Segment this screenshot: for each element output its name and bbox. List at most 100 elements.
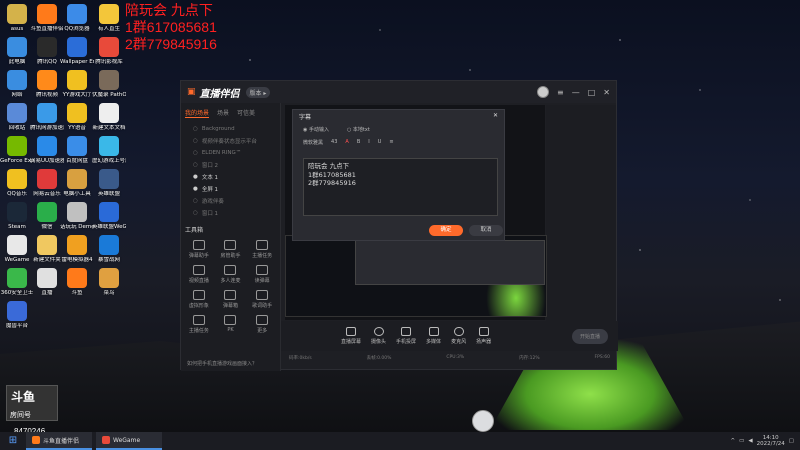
scene-item[interactable]: ○ 窗口 2 [181, 159, 280, 171]
font-size-select[interactable]: 43 [331, 139, 337, 146]
desktop-icon[interactable]: 此电脑 [0, 37, 34, 71]
taskbar-app-wegame[interactable]: WeGame [96, 432, 162, 450]
desktop-icon[interactable]: 英雄联盟WeGame版 [92, 202, 126, 236]
text-color-icon[interactable]: A [345, 139, 348, 146]
desktop-icon[interactable]: Steam [0, 202, 34, 236]
tool-button[interactable]: 主播任务 [248, 238, 276, 259]
subtitle-textarea[interactable]: 陪玩会 九点下 1群617085681 2群779845916 [303, 158, 498, 216]
tab-other[interactable]: 可信美 [237, 108, 255, 118]
network-icon[interactable]: ▭ [739, 438, 744, 444]
close-icon[interactable]: ✕ [603, 88, 610, 97]
microphone-button[interactable]: 麦克风 [451, 327, 466, 345]
align-icon[interactable]: ≡ [389, 139, 393, 146]
tool-button[interactable]: 房管助手 [217, 238, 245, 259]
scene-item[interactable]: ○ 窗口 1 [181, 207, 280, 219]
scene-item[interactable]: ○ 游戏伴奏 [181, 195, 280, 207]
screen-capture-button[interactable]: 直播屏幕 [341, 327, 361, 345]
bold-icon[interactable]: B [357, 139, 360, 146]
media-button[interactable]: 多媒体 [426, 327, 441, 345]
desktop-icon[interactable]: YY游戏大厅 [60, 70, 94, 104]
desktop-icon[interactable]: 网易UU加速器 [30, 136, 64, 170]
desktop-icon[interactable]: 暴雪战网 [92, 235, 126, 269]
desktop-icon[interactable]: 英雄联盟 [92, 169, 126, 203]
desktop-icon[interactable]: 有人直生 [92, 4, 126, 38]
maximize-icon[interactable]: □ [588, 88, 596, 97]
tool-button[interactable]: 主播任务 [185, 313, 213, 334]
visibility-icon[interactable]: ○ [193, 126, 198, 132]
desktop-icon[interactable]: 腾讯影视库 [92, 37, 126, 71]
desktop-icon[interactable]: GeForce Experience [0, 136, 34, 170]
desktop-icon[interactable]: 腾讯QQ [30, 37, 64, 71]
tool-button[interactable]: 歌词助手 [248, 288, 276, 309]
tool-button[interactable]: 多人连麦 [217, 263, 245, 284]
taskbar-app-douyu[interactable]: 斗鱼直播伴侣 [26, 432, 92, 450]
desktop-icon[interactable]: 话玩玩 Demo [60, 202, 94, 236]
tool-button[interactable]: 更多 [248, 313, 276, 334]
phone-stream-tip[interactable]: 如何把手机直播游戏画面接入？ [187, 360, 257, 367]
desktop-icon[interactable]: 百度网盘 [60, 136, 94, 170]
notification-icon[interactable]: ▢ [789, 438, 794, 444]
tab-scenes[interactable]: 场景 [217, 108, 229, 118]
desktop-icon[interactable]: 直播 [30, 268, 64, 302]
desktop-icon[interactable]: 电脑小工具 [60, 169, 94, 203]
underline-icon[interactable]: U [378, 139, 382, 146]
desktop-icon[interactable]: QQ音乐 [0, 169, 34, 203]
visibility-icon[interactable]: ● [193, 174, 198, 180]
scene-item[interactable]: ● 全屏 1 [181, 183, 280, 195]
visibility-icon[interactable]: ● [193, 186, 198, 192]
desktop-icon[interactable]: 腾讯网游加速器 [30, 103, 64, 137]
visibility-icon[interactable]: ○ [193, 150, 198, 156]
desktop-icon[interactable]: 斗鱼 [60, 268, 94, 302]
scene-item[interactable]: ● 文本 1 [181, 171, 280, 183]
version-badge[interactable]: 版本 ▸ [245, 86, 271, 98]
desktop-icon[interactable]: 网络 [0, 70, 34, 104]
desktop-icon[interactable]: QQ浏览器 [60, 4, 94, 38]
clock[interactable]: 14:10 2022/7/24 [757, 435, 785, 447]
minimize-icon[interactable]: — [572, 88, 580, 97]
desktop-icon[interactable]: Wallpaper Engine [60, 37, 94, 71]
radio-local-txt[interactable]: ○ 本地txt [347, 126, 370, 133]
font-select[interactable]: 微软雅黑 [303, 139, 323, 146]
desktop-icon[interactable]: 魔兽平台 [0, 301, 34, 335]
floating-ball-icon[interactable] [472, 410, 494, 432]
tab-my-scenes[interactable]: 我的场景 [185, 108, 210, 118]
desktop-icon[interactable]: 斗鱼直播伴侣 [30, 4, 64, 38]
tool-button[interactable]: 读弹幕 [248, 263, 276, 284]
tool-button[interactable]: 虚拟形象 [185, 288, 213, 309]
desktop-icon[interactable]: 回收站 [0, 103, 34, 137]
scene-item[interactable]: ○ ELDEN RING™ [181, 147, 280, 159]
volume-icon[interactable]: ◀ [748, 438, 752, 444]
radio-manual-input[interactable]: ◉ 手动输入 [303, 126, 329, 133]
desktop-icon[interactable]: 虚幻游戏上号器 [92, 136, 126, 170]
tray-chevron-icon[interactable]: ^ [731, 438, 736, 444]
speaker-button[interactable]: 扬声器 [476, 327, 491, 345]
desktop-icon[interactable]: WeGame [0, 235, 34, 269]
cancel-button[interactable]: 取消 [469, 225, 503, 236]
tool-button[interactable]: 弹幕箱 [217, 288, 245, 309]
desktop-icon[interactable]: 360安全卫士 [0, 268, 34, 302]
desktop-icon[interactable]: 微信 [30, 202, 64, 236]
visibility-icon[interactable]: ○ [193, 198, 198, 204]
desktop-icon[interactable]: 菜鸟 [92, 268, 126, 302]
desktop-icon[interactable]: asus [0, 4, 34, 38]
scene-item[interactable]: ○ 视频伴奏状态显示平台 [181, 135, 280, 147]
menu-icon[interactable]: ≡ [557, 88, 564, 97]
tool-button[interactable]: 视频直播 [185, 263, 213, 284]
desktop-icon[interactable]: 伏魔录 PathOfW [92, 70, 126, 104]
user-avatar[interactable] [537, 86, 550, 98]
desktop-icon[interactable]: 雷电模拟器4 [60, 235, 94, 269]
desktop-icon[interactable]: 新建文件夹 [30, 235, 64, 269]
visibility-icon[interactable]: ○ [193, 162, 198, 168]
start-live-button[interactable]: 开始直播 [571, 328, 608, 344]
camera-button[interactable]: 摄像头 [371, 327, 386, 345]
desktop-icon[interactable]: YY语音 [60, 103, 94, 137]
italic-icon[interactable]: I [368, 139, 369, 146]
confirm-button[interactable]: 确定 [429, 225, 463, 236]
windows-start-icon[interactable]: ⊞ [6, 435, 20, 447]
visibility-icon[interactable]: ○ [193, 138, 198, 144]
desktop-icon[interactable]: 腾讯视频 [30, 70, 64, 104]
scene-item[interactable]: ○ Background [181, 123, 280, 135]
desktop-icon[interactable]: 网易云音乐 [30, 169, 64, 203]
tool-button[interactable]: 弹幕助手 [185, 238, 213, 259]
visibility-icon[interactable]: ○ [193, 210, 198, 216]
